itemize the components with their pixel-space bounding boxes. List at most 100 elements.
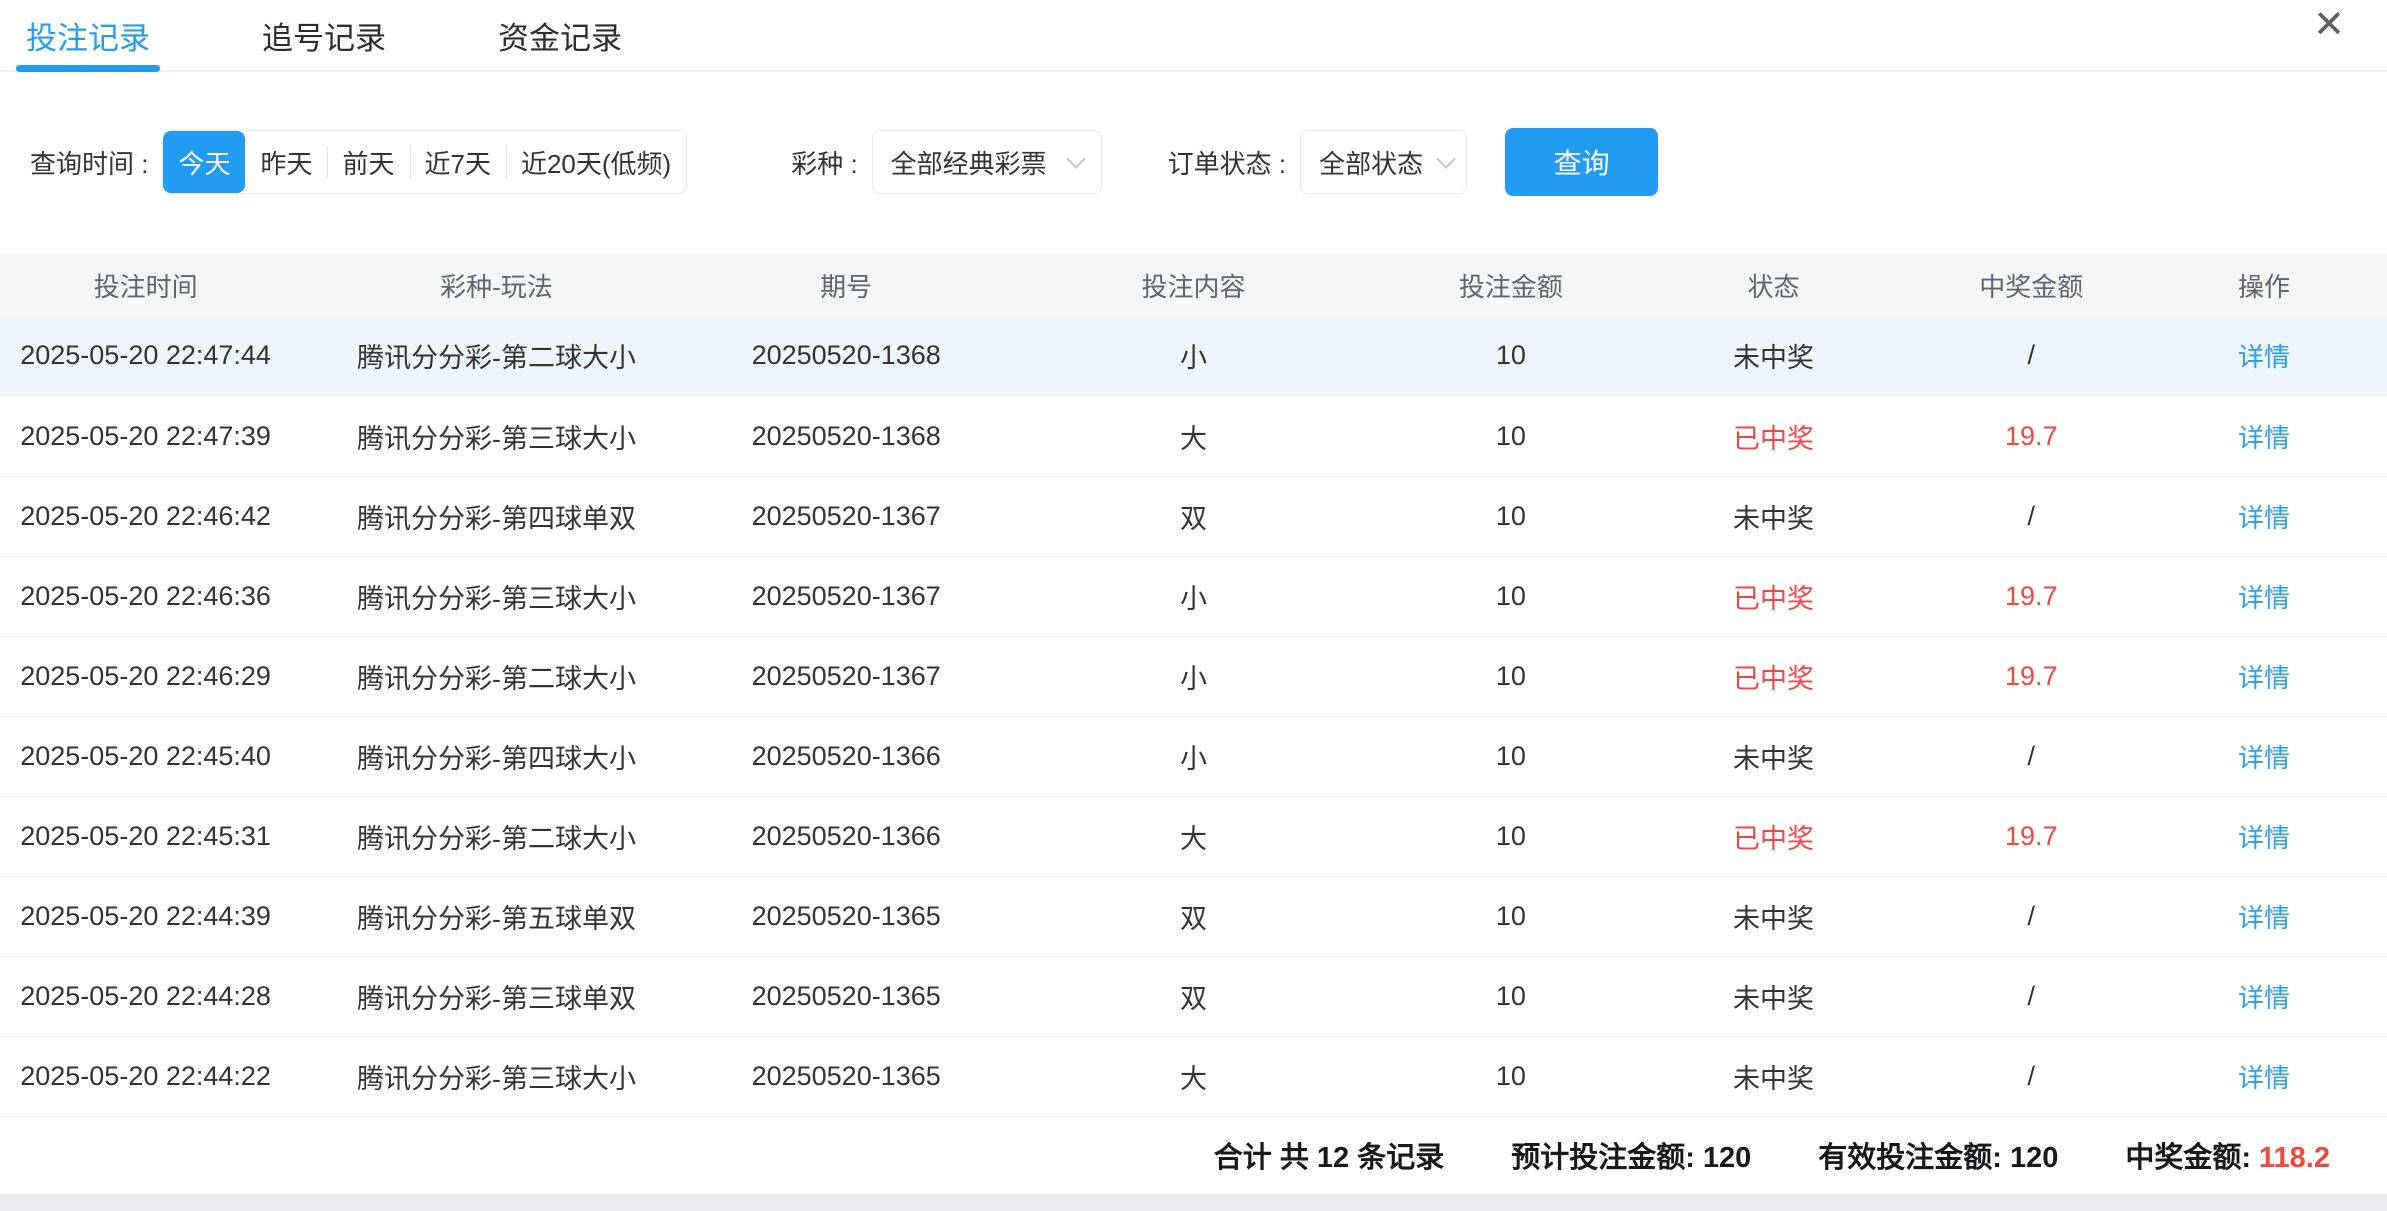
bet-records-table: 投注时间彩种-玩法期号投注内容投注金额状态中奖金额操作 2025-05-20 2… [0,254,2387,1117]
table-row: 2025-05-20 22:45:31腾讯分分彩-第二球大小20250520-1… [0,796,2387,876]
bet-content: 小 [991,716,1397,796]
prize-amount: / [1921,716,2141,796]
lottery-play: 腾讯分分彩-第二球大小 [291,636,702,716]
time-option-0[interactable]: 今天 [163,131,245,193]
operation-cell: 详情 [2141,1036,2387,1116]
time-option-1[interactable]: 昨天 [245,131,327,193]
column-header: 投注金额 [1396,254,1625,316]
table-row: 2025-05-20 22:44:22腾讯分分彩-第三球大小20250520-1… [0,1036,2387,1116]
lottery-play: 腾讯分分彩-第二球大小 [291,316,702,396]
bet-content: 小 [991,316,1397,396]
prize-amount: / [1921,1036,2141,1116]
expected-amount-label: 预计投注金额: [1511,1142,1695,1174]
status: 未中奖 [1626,716,1922,796]
time-option-2[interactable]: 前天 [327,131,409,193]
status: 未中奖 [1626,316,1922,396]
operation-cell: 详情 [2141,396,2387,476]
issue-number: 20250520-1367 [702,556,991,636]
tab-label: 投注记录 [26,13,150,58]
detail-link[interactable]: 详情 [2238,663,2290,693]
expected-amount-value: 120 [1703,1142,1751,1174]
bet-content: 小 [991,556,1397,636]
bet-amount: 10 [1396,476,1625,556]
detail-link[interactable]: 详情 [2238,423,2290,453]
detail-link[interactable]: 详情 [2238,342,2290,372]
bet-content: 双 [991,876,1397,956]
column-header: 彩种-玩法 [291,254,702,316]
status: 未中奖 [1626,1036,1922,1116]
table-row: 2025-05-20 22:47:44腾讯分分彩-第二球大小20250520-1… [0,316,2387,396]
prize-amount-total: 中奖金额:118.2 [2125,1134,2330,1176]
bet-time: 2025-05-20 22:46:29 [0,636,291,716]
bet-content: 大 [991,796,1397,876]
issue-number: 20250520-1366 [702,796,991,876]
bet-amount: 10 [1396,716,1625,796]
bet-time: 2025-05-20 22:44:39 [0,876,291,956]
summary-bar: 合计 共 12 条记录 预计投注金额:120 有效投注金额:120 中奖金额:1… [0,1117,2387,1193]
tab-label: 资金记录 [498,13,622,58]
bet-time: 2025-05-20 22:44:28 [0,956,291,1036]
bet-amount: 10 [1396,1036,1625,1116]
bet-amount: 10 [1396,876,1625,956]
detail-link[interactable]: 详情 [2238,743,2290,773]
table-body: 2025-05-20 22:47:44腾讯分分彩-第二球大小20250520-1… [0,316,2387,1116]
issue-number: 20250520-1368 [702,396,991,476]
bet-amount: 10 [1396,556,1625,636]
detail-link[interactable]: 详情 [2238,823,2290,853]
tab-fund-records[interactable]: 资金记录 [498,0,622,70]
issue-number: 20250520-1365 [702,956,991,1036]
time-option-3[interactable]: 近7天 [410,131,506,193]
table-row: 2025-05-20 22:46:42腾讯分分彩-第四球单双20250520-1… [0,476,2387,556]
issue-number: 20250520-1367 [702,476,991,556]
detail-link[interactable]: 详情 [2238,583,2290,613]
tab-label: 追号记录 [262,13,386,58]
detail-link[interactable]: 详情 [2238,503,2290,533]
status-select[interactable]: 全部状态 [1300,130,1467,194]
operation-cell: 详情 [2141,716,2387,796]
issue-number: 20250520-1367 [702,636,991,716]
bet-time: 2025-05-20 22:45:31 [0,796,291,876]
lottery-play: 腾讯分分彩-第三球大小 [291,396,702,476]
valid-amount-label: 有效投注金额: [1818,1142,2002,1174]
bet-time: 2025-05-20 22:47:39 [0,396,291,476]
search-button[interactable]: 查询 [1505,128,1658,196]
prize-amount: / [1921,956,2141,1036]
expected-amount: 预计投注金额:120 [1511,1134,1751,1176]
prize-amount: / [1921,876,2141,956]
time-option-4[interactable]: 近20天(低频) [506,131,686,193]
chevron-down-icon [1436,149,1456,169]
table-row: 2025-05-20 22:44:28腾讯分分彩-第三球单双20250520-1… [0,956,2387,1036]
tab-chase-records[interactable]: 追号记录 [262,0,386,70]
status: 已中奖 [1626,556,1922,636]
column-header: 操作 [2141,254,2387,316]
tab-bet-records[interactable]: 投注记录 [26,0,150,70]
operation-cell: 详情 [2141,876,2387,956]
bet-time: 2025-05-20 22:46:36 [0,556,291,636]
issue-number: 20250520-1366 [702,716,991,796]
issue-number: 20250520-1365 [702,876,991,956]
status-filter-label: 订单状态 : [1168,144,1286,181]
bottom-bar [0,1194,2387,1211]
lottery-play: 腾讯分分彩-第三球大小 [291,1036,702,1116]
status: 已中奖 [1626,396,1922,476]
bet-time: 2025-05-20 22:46:42 [0,476,291,556]
filter-bar: 查询时间 : 今天昨天前天近7天近20天(低频) 彩种 : 全部经典彩票 订单状… [0,128,2387,196]
lottery-select-value: 全部经典彩票 [891,144,1047,181]
table-row: 2025-05-20 22:44:39腾讯分分彩-第五球单双20250520-1… [0,876,2387,956]
detail-link[interactable]: 详情 [2238,983,2290,1013]
operation-cell: 详情 [2141,476,2387,556]
status: 已中奖 [1626,796,1922,876]
lottery-play: 腾讯分分彩-第二球大小 [291,796,702,876]
lottery-select[interactable]: 全部经典彩票 [872,130,1102,194]
prize-amount: / [1921,316,2141,396]
detail-link[interactable]: 详情 [2238,1063,2290,1093]
bet-amount: 10 [1396,796,1625,876]
close-icon[interactable]: ✕ [2313,6,2345,44]
table-row: 2025-05-20 22:47:39腾讯分分彩-第三球大小20250520-1… [0,396,2387,476]
chevron-down-icon [1066,149,1086,169]
bet-content: 大 [991,1036,1397,1116]
prize-amount: 19.7 [1921,636,2141,716]
detail-link[interactable]: 详情 [2238,903,2290,933]
column-header: 中奖金额 [1921,254,2141,316]
lottery-play: 腾讯分分彩-第三球大小 [291,556,702,636]
